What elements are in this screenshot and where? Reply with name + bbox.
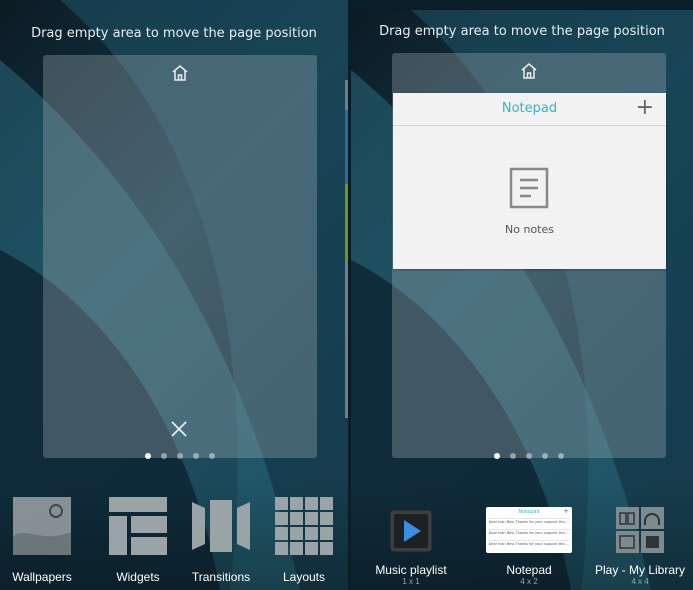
play-my-library-widget[interactable]: Play - My Library 4 x 4	[589, 507, 691, 586]
page-indicator	[145, 453, 215, 459]
drag-hint-text: Drag empty area to move the page positio…	[379, 24, 665, 39]
widgets-button[interactable]: Widgets	[100, 496, 176, 584]
notepad-preview-title: Notepad	[518, 509, 540, 515]
close-icon[interactable]	[169, 419, 189, 439]
page-dot[interactable]	[494, 453, 500, 459]
notepad-preview-row: Dear Ivan Bevi,Thanks for your support t…	[488, 529, 570, 535]
transitions-button[interactable]: Transitions	[183, 496, 259, 584]
play-my-library-size: 4 x 4	[631, 577, 649, 586]
music-playlist-size: 1 x 1	[402, 577, 420, 586]
page-dot[interactable]	[193, 453, 199, 459]
page-dot[interactable]	[161, 453, 167, 459]
notepad-widget[interactable]: Notepad + No notes	[393, 93, 666, 269]
page-dot[interactable]	[542, 453, 548, 459]
notepad-tray-label: Notepad	[506, 563, 552, 577]
no-notes-text: No notes	[505, 223, 554, 236]
wallpapers-button[interactable]: Wallpapers	[4, 496, 80, 584]
widget-tray: Music playlist 1 x 1 Notepad + Dear Ivan…	[351, 480, 693, 590]
library-icon	[616, 507, 664, 553]
layouts-label: Layouts	[282, 570, 326, 584]
notepad-preview-row: Dear Ivan Bevi,Thanks for your support t…	[488, 518, 570, 524]
notepad-preview: Notepad + Dear Ivan Bevi,Thanks for your…	[486, 507, 572, 553]
home-page-card[interactable]	[43, 55, 317, 458]
notepad-tray-size: 4 x 2	[520, 577, 538, 586]
page-dot[interactable]	[558, 453, 564, 459]
music-playlist-widget[interactable]: Music playlist 1 x 1	[369, 509, 453, 586]
layouts-button[interactable]: Layouts	[266, 496, 342, 584]
next-page-preview[interactable]	[345, 80, 348, 418]
notepad-preview-add: +	[563, 507, 569, 515]
wallpapers-label: Wallpapers	[12, 570, 72, 584]
add-note-button[interactable]: +	[636, 95, 654, 121]
widgets-icon	[109, 497, 167, 555]
page-dot[interactable]	[145, 453, 151, 459]
page-dot[interactable]	[177, 453, 183, 459]
home-icon[interactable]	[170, 63, 190, 83]
notepad-preview-row: Dear Ivan Bevi,Thanks for your support t…	[488, 540, 570, 546]
home-icon[interactable]	[519, 61, 539, 81]
play-my-library-label: Play - My Library	[594, 563, 686, 577]
wallpaper-icon	[13, 497, 71, 555]
play-icon	[389, 509, 433, 553]
edit-menu-dock: Wallpapers Widgets Transitions Layouts	[0, 480, 348, 590]
right-screen: Drag empty area to move the page positio…	[351, 10, 693, 590]
page-dot[interactable]	[209, 453, 215, 459]
drag-hint-text: Drag empty area to move the page positio…	[31, 26, 317, 41]
music-playlist-label: Music playlist	[375, 563, 447, 577]
layouts-icon	[275, 497, 333, 555]
page-indicator	[494, 453, 564, 459]
page-dot[interactable]	[510, 453, 516, 459]
left-screen: Drag empty area to move the page positio…	[0, 0, 348, 590]
page-dot[interactable]	[526, 453, 532, 459]
widgets-label: Widgets	[116, 570, 160, 584]
transitions-icon	[192, 500, 250, 552]
transitions-label: Transitions	[191, 570, 251, 584]
note-document-icon	[509, 167, 549, 209]
notepad-tray-widget[interactable]: Notepad + Dear Ivan Bevi,Thanks for your…	[481, 507, 577, 586]
notepad-header: Notepad +	[393, 93, 666, 126]
notepad-title: Notepad	[501, 101, 558, 116]
